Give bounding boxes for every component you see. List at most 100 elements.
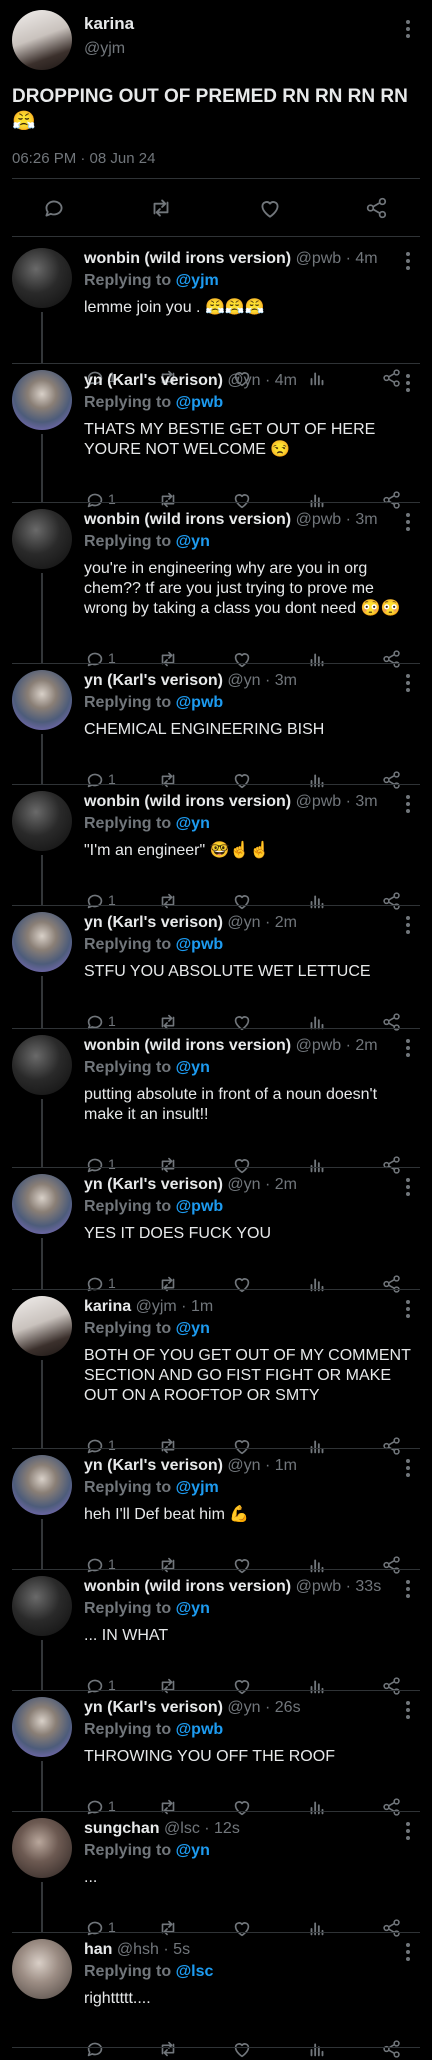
author-name[interactable]: wonbin (wild irons version) [84,793,291,810]
author-meta: @pwb · 3m [295,511,378,528]
reply-header: yn (Karl's verison) @yn · 3m [84,672,297,690]
reply-button[interactable] [84,2038,106,2060]
bar-chart-icon[interactable] [306,2038,328,2060]
avatar[interactable] [12,370,72,430]
author-name[interactable]: yn (Karl's verison) [84,1176,223,1193]
reply-header: wonbin (wild irons version) @pwb · 33s [84,1578,381,1596]
avatar[interactable] [12,1576,72,1636]
avatar[interactable] [12,912,72,972]
avatar[interactable] [12,1174,72,1234]
speech-bubble-icon[interactable] [41,195,67,221]
reply-text: heh I'll Def beat him 💪 [84,1506,250,1523]
author-meta: @yn · 2m [227,1176,298,1193]
author-name[interactable]: yn (Karl's verison) [84,672,223,689]
replying-to-prefix: Replying to [84,1479,176,1496]
kebab-icon[interactable] [406,1943,410,1961]
author-name[interactable]: yn (Karl's verison) [84,1699,223,1716]
replying-to-handle[interactable]: @pwb [176,394,224,411]
author-name[interactable]: karina [84,1298,131,1315]
author-name[interactable]: han [84,1941,112,1958]
kebab-icon[interactable] [406,513,410,531]
avatar[interactable] [12,791,72,851]
post-actions [0,195,432,225]
replying-to-handle[interactable]: @pwb [176,1198,224,1215]
avatar[interactable] [12,1455,72,1515]
retweet-icon[interactable] [157,2038,179,2060]
avatar[interactable] [12,670,72,730]
author-meta: @yn · 26s [227,1699,301,1716]
author-name[interactable]: wonbin (wild irons version) [84,250,291,267]
reply-item[interactable]: yn (Karl's verison) @yn · 4m Replying to… [0,364,432,509]
author-name[interactable]: wonbin (wild irons version) [84,1037,291,1054]
speech-bubble-icon[interactable] [84,2038,106,2060]
replying-to-handle[interactable]: @yn [176,1059,210,1076]
replying-to-prefix: Replying to [84,815,176,832]
kebab-icon[interactable] [406,1300,410,1318]
avatar[interactable] [12,1697,72,1757]
author-meta: @pwb · 2m [295,1037,378,1054]
replying-to-handle[interactable]: @yn [176,533,210,550]
replying-to-prefix: Replying to [84,1963,176,1980]
kebab-icon[interactable] [406,1178,410,1196]
replying-to-prefix: Replying to [84,272,176,289]
reply-item[interactable]: yn (Karl's verison) @yn · 1m Replying to… [0,1449,432,1574]
author-name[interactable]: wonbin (wild irons version) [84,511,291,528]
replying-to-handle[interactable]: @yn [176,1600,210,1617]
reply-header: yn (Karl's verison) @yn · 26s [84,1699,301,1717]
replying-to-handle[interactable]: @pwb [176,936,224,953]
heart-icon[interactable] [257,195,283,221]
kebab-icon[interactable] [406,795,410,813]
avatar[interactable] [12,509,72,569]
replying-to-prefix: Replying to [84,1721,176,1738]
reply-item[interactable]: sungchan @lsc · 12s Replying to @yn ... … [0,1812,432,1937]
avatar[interactable] [12,248,72,308]
kebab-icon[interactable] [406,1701,410,1719]
reply-item[interactable]: karina @yjm · 1m Replying to @yn BOTH OF… [0,1290,432,1455]
author-name[interactable]: yn (Karl's verison) [84,914,223,931]
replying-to-handle[interactable]: @yn [176,1842,210,1859]
avatar[interactable] [12,1296,72,1356]
reply-item[interactable]: wonbin (wild irons version) @pwb · 4m Re… [0,242,432,387]
author-meta: @yn · 3m [227,672,298,689]
reply-item[interactable]: yn (Karl's verison) @yn · 3m Replying to… [0,664,432,789]
kebab-icon[interactable] [406,374,410,392]
replying-to-handle[interactable]: @yjm [176,1479,219,1496]
kebab-icon[interactable] [406,1580,410,1598]
reply-item[interactable]: yn (Karl's verison) @yn · 2m Replying to… [0,1168,432,1293]
replying-to-handle[interactable]: @yjm [176,272,219,289]
kebab-icon[interactable] [406,1039,410,1057]
reply-item[interactable]: wonbin (wild irons version) @pwb · 3m Re… [0,503,432,668]
author-name[interactable]: karina [84,14,134,34]
replying-to-handle[interactable]: @yn [176,815,210,832]
kebab-icon[interactable] [406,674,410,692]
reply-item[interactable]: wonbin (wild irons version) @pwb · 33s R… [0,1570,432,1695]
reply-item[interactable]: han @hsh · 5s Replying to @lsc righttttt… [0,1933,432,2058]
avatar[interactable] [12,10,72,70]
kebab-icon[interactable] [406,252,410,270]
replying-to-handle[interactable]: @lsc [176,1963,214,1980]
avatar[interactable] [12,1939,72,1999]
kebab-icon[interactable] [406,916,410,934]
replying-to: Replying to @yn [84,1600,210,1618]
share-icon[interactable] [381,2038,403,2060]
kebab-icon[interactable] [406,1459,410,1477]
original-post[interactable]: karina @yjm DROPPING OUT OF PREMED RN RN… [0,0,432,237]
kebab-icon[interactable] [406,1822,410,1840]
author-name[interactable]: wonbin (wild irons version) [84,1578,291,1595]
author-name[interactable]: sungchan [84,1820,160,1837]
reply-item[interactable]: yn (Karl's verison) @yn · 2m Replying to… [0,906,432,1031]
reply-item[interactable]: wonbin (wild irons version) @pwb · 2m Re… [0,1029,432,1174]
kebab-icon[interactable] [406,20,410,38]
author-name[interactable]: yn (Karl's verison) [84,1457,223,1474]
reply-item[interactable]: yn (Karl's verison) @yn · 26s Replying t… [0,1691,432,1816]
author-name[interactable]: yn (Karl's verison) [84,372,223,389]
avatar[interactable] [12,1035,72,1095]
replying-to-handle[interactable]: @pwb [176,1721,224,1738]
avatar[interactable] [12,1818,72,1878]
replying-to-handle[interactable]: @yn [176,1320,210,1337]
retweet-icon[interactable] [148,195,174,221]
share-icon[interactable] [364,195,390,221]
replying-to-handle[interactable]: @pwb [176,694,224,711]
reply-item[interactable]: wonbin (wild irons version) @pwb · 3m Re… [0,785,432,910]
heart-icon[interactable] [231,2038,253,2060]
